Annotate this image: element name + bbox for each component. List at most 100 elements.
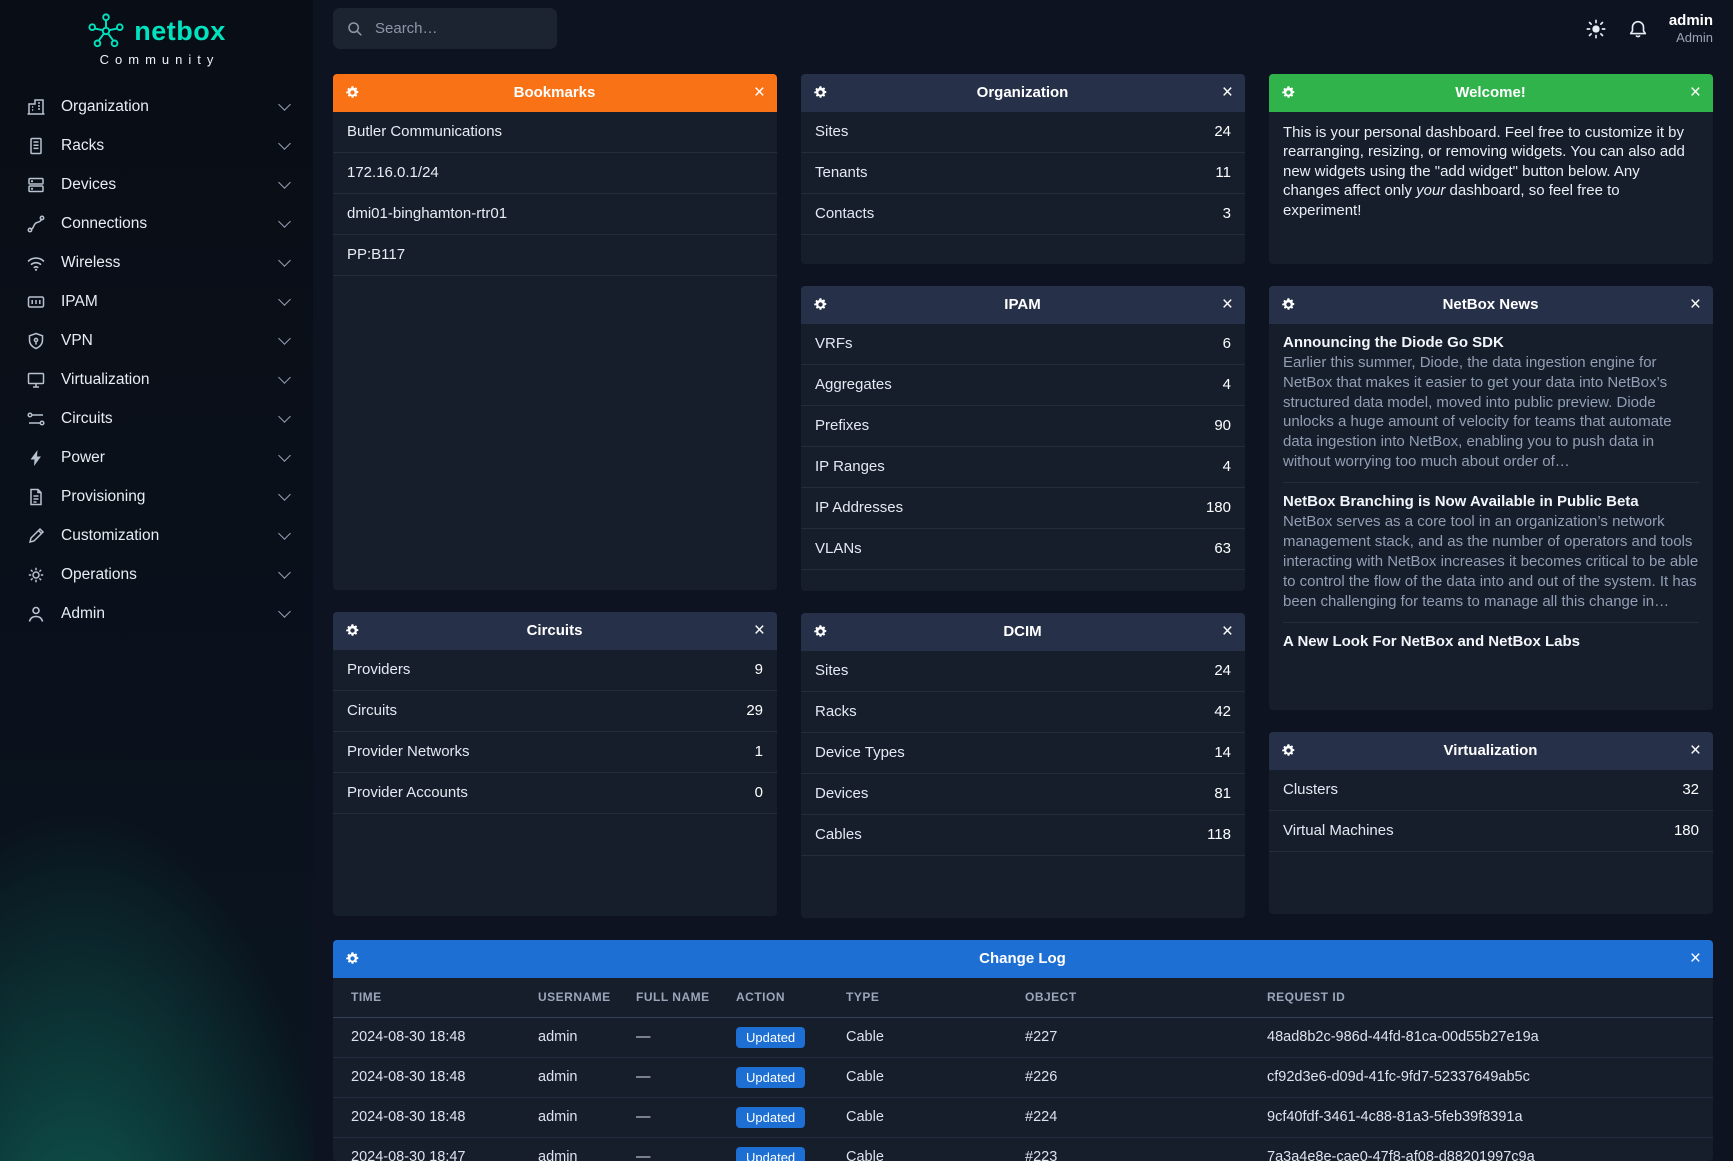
changelog-request-link[interactable]: 9cf40fdf-3461-4c88-81a3-5feb39f8391a bbox=[1267, 1097, 1713, 1137]
stat-label: Sites bbox=[815, 123, 848, 140]
stat-row[interactable]: Sites24 bbox=[801, 112, 1245, 153]
changelog-time-link[interactable]: 2024-08-30 18:47 bbox=[333, 1137, 538, 1161]
changelog-request-link[interactable]: 48ad8b2c-986d-44fd-81ca-00d55b27e19a bbox=[1267, 1017, 1713, 1057]
news-title-link[interactable]: Announcing the Diode Go SDK bbox=[1283, 334, 1699, 351]
changelog-username: admin bbox=[538, 1097, 636, 1137]
sidebar-item-devices[interactable]: Devices bbox=[0, 165, 313, 204]
dcim-widget: DCIM × Sites24 Racks42 Device Types14 De… bbox=[801, 613, 1245, 918]
stat-row[interactable]: Device Types14 bbox=[801, 733, 1245, 774]
circuits-icon bbox=[26, 409, 46, 429]
close-icon[interactable]: × bbox=[749, 83, 765, 102]
changelog-object-link[interactable]: #226 bbox=[1025, 1057, 1267, 1097]
stat-label: Provider Networks bbox=[347, 743, 470, 760]
sidebar-item-admin[interactable]: Admin bbox=[0, 594, 313, 633]
widget-config-icon[interactable] bbox=[813, 85, 828, 100]
stat-row[interactable]: IP Ranges4 bbox=[801, 447, 1245, 488]
sidebar-item-connections[interactable]: Connections bbox=[0, 204, 313, 243]
stat-row[interactable]: Aggregates4 bbox=[801, 365, 1245, 406]
sidebar-item-label: Admin bbox=[61, 605, 280, 623]
stat-row[interactable]: Circuits29 bbox=[333, 691, 777, 732]
news-title-link[interactable]: A New Look For NetBox and NetBox Labs bbox=[1283, 633, 1699, 650]
sidebar-item-racks[interactable]: Racks bbox=[0, 126, 313, 165]
close-icon[interactable]: × bbox=[749, 621, 765, 640]
widget-config-icon[interactable] bbox=[1281, 85, 1296, 100]
widget-config-icon[interactable] bbox=[813, 624, 828, 639]
widget-config-icon[interactable] bbox=[345, 623, 360, 638]
changelog-object-link[interactable]: #224 bbox=[1025, 1097, 1267, 1137]
sidebar-item-provisioning[interactable]: Provisioning bbox=[0, 477, 313, 516]
sidebar-item-virtualization[interactable]: Virtualization bbox=[0, 360, 313, 399]
close-icon[interactable]: × bbox=[1217, 83, 1233, 102]
sidebar-item-wireless[interactable]: Wireless bbox=[0, 243, 313, 282]
widget-config-icon[interactable] bbox=[813, 297, 828, 312]
stat-row[interactable]: Sites24 bbox=[801, 651, 1245, 692]
chevron-down-icon bbox=[278, 527, 291, 540]
close-icon[interactable]: × bbox=[1685, 295, 1701, 314]
stat-row[interactable]: VLANs63 bbox=[801, 529, 1245, 570]
changelog-fullname: — bbox=[636, 1057, 736, 1097]
stat-row[interactable]: IP Addresses180 bbox=[801, 488, 1245, 529]
admin-icon bbox=[26, 604, 46, 624]
stat-row[interactable]: Devices81 bbox=[801, 774, 1245, 815]
bookmark-link[interactable]: 172.16.0.1/24 bbox=[333, 153, 777, 194]
stat-value: 1 bbox=[755, 743, 763, 760]
search-input[interactable] bbox=[373, 19, 576, 38]
stat-row[interactable]: Virtual Machines180 bbox=[1269, 811, 1713, 852]
changelog-time-link[interactable]: 2024-08-30 18:48 bbox=[333, 1057, 538, 1097]
widget-title: NetBox News bbox=[1296, 296, 1685, 313]
stat-row[interactable]: Cables118 bbox=[801, 815, 1245, 856]
chevron-down-icon bbox=[278, 605, 291, 618]
sidebar-item-customization[interactable]: Customization bbox=[0, 516, 313, 555]
stat-row[interactable]: Clusters32 bbox=[1269, 770, 1713, 811]
stat-row[interactable]: Prefixes90 bbox=[801, 406, 1245, 447]
action-badge: Updated bbox=[736, 1147, 805, 1161]
stat-label: Racks bbox=[815, 703, 857, 720]
close-icon[interactable]: × bbox=[1217, 622, 1233, 641]
user-role: Admin bbox=[1669, 30, 1713, 46]
user-menu[interactable]: admin Admin bbox=[1669, 12, 1713, 46]
column-header-type: TYPE bbox=[846, 978, 1025, 1018]
stat-row[interactable]: Racks42 bbox=[801, 692, 1245, 733]
stat-row[interactable]: Provider Networks 1 bbox=[333, 732, 777, 773]
stat-row[interactable]: Tenants11 bbox=[801, 153, 1245, 194]
notifications-button[interactable] bbox=[1627, 18, 1649, 40]
widget-config-icon[interactable] bbox=[345, 951, 360, 966]
changelog-time-link[interactable]: 2024-08-30 18:48 bbox=[333, 1017, 538, 1057]
close-icon[interactable]: × bbox=[1685, 949, 1701, 968]
widget-config-icon[interactable] bbox=[1281, 297, 1296, 312]
close-icon[interactable]: × bbox=[1685, 741, 1701, 760]
news-item: Announcing the Diode Go SDK Earlier this… bbox=[1283, 324, 1699, 484]
stat-row[interactable]: Provider Accounts0 bbox=[333, 773, 777, 814]
stat-row[interactable]: VRFs6 bbox=[801, 324, 1245, 365]
changelog-request-link[interactable]: cf92d3e6-d09d-41fc-9fd7-52337649ab5c bbox=[1267, 1057, 1713, 1097]
news-title-link[interactable]: NetBox Branching is Now Available in Pub… bbox=[1283, 493, 1699, 510]
bookmark-link[interactable]: Butler Communications bbox=[333, 112, 777, 153]
sidebar-item-power[interactable]: Power bbox=[0, 438, 313, 477]
close-icon[interactable]: × bbox=[1685, 83, 1701, 102]
sidebar: netbox Community Organization Racks Devi… bbox=[0, 0, 313, 1161]
bookmark-link[interactable]: dmi01-binghamton-rtr01 bbox=[333, 194, 777, 235]
sidebar-item-label: Operations bbox=[61, 566, 280, 584]
widget-config-icon[interactable] bbox=[1281, 743, 1296, 758]
changelog-object-link[interactable]: #227 bbox=[1025, 1017, 1267, 1057]
stat-value: 63 bbox=[1214, 540, 1231, 557]
netbox-news-widget: NetBox News × Announcing the Diode Go SD… bbox=[1269, 286, 1713, 710]
widget-config-icon[interactable] bbox=[345, 85, 360, 100]
close-icon[interactable]: × bbox=[1217, 295, 1233, 314]
search-box[interactable] bbox=[333, 8, 557, 49]
bookmark-link[interactable]: PP:B117 bbox=[333, 235, 777, 276]
netbox-logo-icon bbox=[87, 12, 125, 50]
brand[interactable]: netbox Community bbox=[0, 0, 313, 67]
changelog-request-link[interactable]: 7a3a4e8e-cae0-47f8-af08-d88201997c9a bbox=[1267, 1137, 1713, 1161]
theme-toggle-button[interactable] bbox=[1585, 18, 1607, 40]
sidebar-item-vpn[interactable]: VPN bbox=[0, 321, 313, 360]
changelog-time-link[interactable]: 2024-08-30 18:48 bbox=[333, 1097, 538, 1137]
changelog-object-link[interactable]: #223 bbox=[1025, 1137, 1267, 1161]
provisioning-icon bbox=[26, 487, 46, 507]
sidebar-item-ipam[interactable]: IPAM bbox=[0, 282, 313, 321]
stat-row[interactable]: Providers9 bbox=[333, 650, 777, 691]
sidebar-item-operations[interactable]: Operations bbox=[0, 555, 313, 594]
sidebar-item-organization[interactable]: Organization bbox=[0, 87, 313, 126]
sidebar-item-circuits[interactable]: Circuits bbox=[0, 399, 313, 438]
stat-row[interactable]: Contacts3 bbox=[801, 194, 1245, 235]
